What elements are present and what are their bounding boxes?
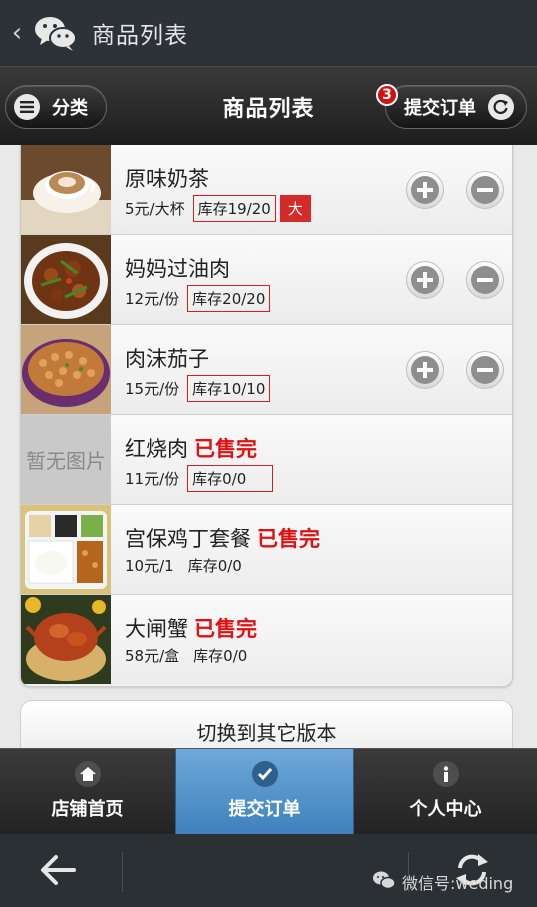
product-stock: 库存10/10 xyxy=(187,375,271,402)
minus-icon xyxy=(471,176,499,204)
product-price: 15元/份 xyxy=(125,380,180,398)
product-meta: 5元/大杯 库存19/20 大 xyxy=(125,195,311,222)
no-image-label: 暂无图片 xyxy=(26,449,106,473)
nav-label: 提交订单 xyxy=(228,799,301,820)
cart-count-badge: 3 xyxy=(376,84,398,106)
product-stock: 库存0/0 xyxy=(187,465,274,492)
watermark: 微信号:weding xyxy=(372,870,513,894)
product-price: 10元/1 xyxy=(125,557,174,575)
list-item: 暂无图片 红烧肉 已售完 11元/份 库存0/0 xyxy=(21,415,512,505)
product-image-combo-meal xyxy=(21,505,111,594)
minus-icon xyxy=(471,266,499,294)
soldout-label: 已售完 xyxy=(257,527,320,551)
product-image-crab xyxy=(21,595,111,684)
wechat-logo-icon xyxy=(32,13,80,53)
product-stock: 库存0/0 xyxy=(193,647,248,665)
product-image-milk-tea xyxy=(21,145,111,234)
product-meta: 10元/1 库存0/0 xyxy=(125,555,242,576)
list-item: 妈妈过油肉 12元/份 库存20/20 xyxy=(21,235,512,325)
wechat-page-title: 商品列表 xyxy=(92,23,188,49)
product-meta: 58元/盒 库存0/0 xyxy=(125,645,247,666)
product-meta: 15元/份 库存10/10 xyxy=(125,375,271,402)
product-price: 5元/大杯 xyxy=(125,200,185,218)
add-button[interactable] xyxy=(406,351,444,389)
add-button[interactable] xyxy=(406,171,444,209)
soldout-label: 已售完 xyxy=(194,617,257,641)
nav-personal-center[interactable]: 个人中心 xyxy=(354,749,537,835)
remove-button[interactable] xyxy=(466,171,504,209)
product-name: 肉沫茄子 xyxy=(125,347,209,371)
product-list: 原味奶茶 5元/大杯 库存19/20 大 妈妈过油肉 12元/份 库存20/20… xyxy=(20,145,513,687)
info-icon xyxy=(432,761,459,787)
remove-button[interactable] xyxy=(466,261,504,299)
nav-label: 店铺首页 xyxy=(51,799,124,820)
product-name: 红烧肉 已售完 xyxy=(125,437,257,461)
submit-order-label: 提交订单 xyxy=(404,98,476,119)
home-icon xyxy=(74,761,101,787)
product-price: 58元/盒 xyxy=(125,647,180,665)
product-name: 大闸蟹 已售完 xyxy=(125,617,257,641)
divider xyxy=(122,852,123,892)
app-header: 分类 商品列表 提交订单 xyxy=(0,66,537,145)
product-name: 原味奶茶 xyxy=(125,167,209,191)
no-image-placeholder: 暂无图片 xyxy=(21,415,111,504)
remove-button[interactable] xyxy=(466,351,504,389)
product-meta: 12元/份 库存20/20 xyxy=(125,285,271,312)
product-image-eggplant xyxy=(21,325,111,414)
list-item: 肉沫茄子 15元/份 库存10/10 xyxy=(21,325,512,415)
product-meta: 11元/份 库存0/0 xyxy=(125,465,274,492)
list-item: 大闸蟹 已售完 58元/盒 库存0/0 xyxy=(21,595,512,685)
list-item: 原味奶茶 5元/大杯 库存19/20 大 xyxy=(21,145,512,235)
wechat-top-bar: ‹ 商品列表 xyxy=(0,0,537,66)
product-name: 宫保鸡丁套餐 已售完 xyxy=(125,527,320,551)
plus-icon xyxy=(411,356,439,384)
list-item: 宫保鸡丁套餐 已售完 10元/1 库存0/0 xyxy=(21,505,512,595)
product-stock: 库存19/20 xyxy=(192,195,276,222)
nav-label: 个人中心 xyxy=(409,799,482,820)
add-button[interactable] xyxy=(406,261,444,299)
size-tag[interactable]: 大 xyxy=(279,195,311,222)
refresh-icon xyxy=(488,94,514,120)
product-image-meat xyxy=(21,235,111,324)
back-chevron-icon[interactable]: ‹ xyxy=(2,18,32,48)
soldout-label: 已售完 xyxy=(194,437,257,461)
back-arrow-icon[interactable] xyxy=(38,852,78,892)
product-stock: 库存0/0 xyxy=(187,557,242,575)
watermark-text: 微信号:weding xyxy=(402,874,514,893)
minus-icon xyxy=(471,356,499,384)
product-price: 12元/份 xyxy=(125,290,180,308)
check-icon xyxy=(251,761,278,787)
submit-order-button[interactable]: 提交订单 xyxy=(385,85,527,129)
product-price: 11元/份 xyxy=(125,470,180,488)
wechat-small-icon xyxy=(372,870,396,894)
product-name: 妈妈过油肉 xyxy=(125,257,230,281)
plus-icon xyxy=(411,176,439,204)
plus-icon xyxy=(411,266,439,294)
bottom-nav: 店铺首页 提交订单 个人中心 xyxy=(0,748,537,835)
product-stock: 库存20/20 xyxy=(187,285,271,312)
nav-submit-order[interactable]: 提交订单 xyxy=(175,749,354,835)
nav-store-home[interactable]: 店铺首页 xyxy=(0,749,175,835)
